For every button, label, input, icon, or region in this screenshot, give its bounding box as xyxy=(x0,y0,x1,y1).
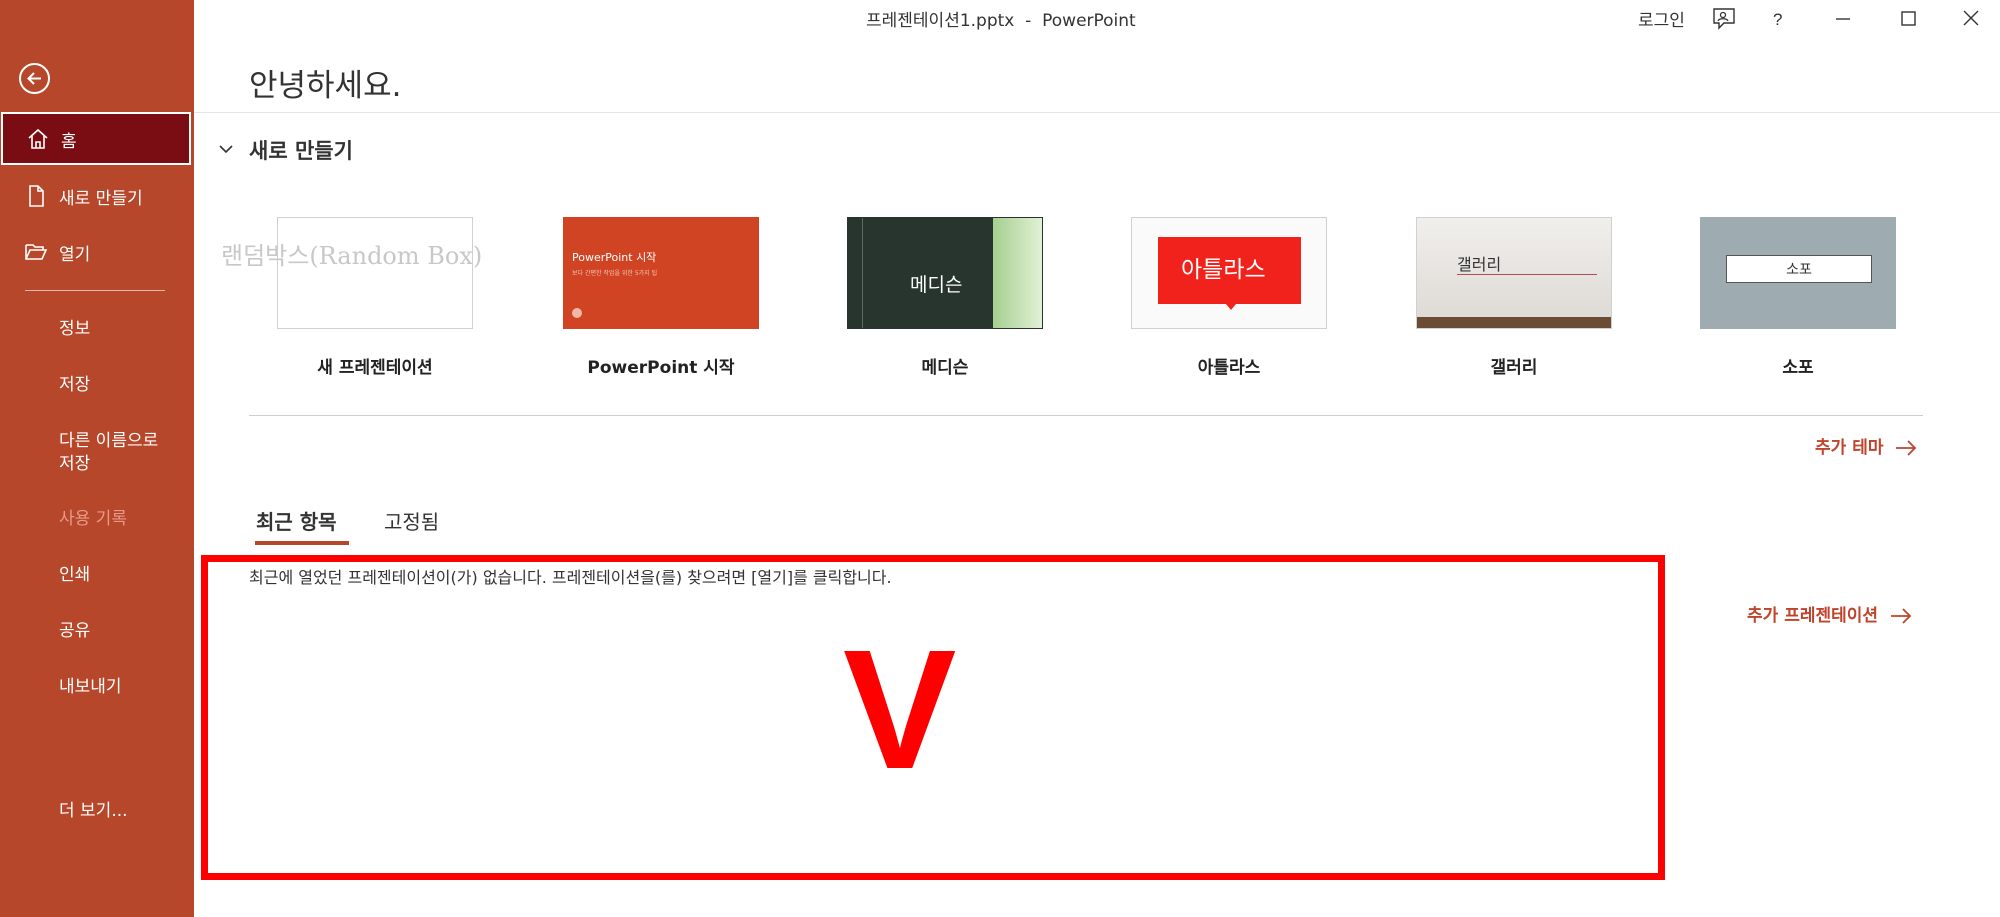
thumb-rule xyxy=(1457,274,1597,275)
sidebar-item-history: 사용 기록 xyxy=(59,509,127,529)
template-name: 소포 xyxy=(1782,358,1814,378)
thumb-floor xyxy=(1417,317,1611,328)
more-presentations-label: 추가 프레젠테이션 xyxy=(1747,606,1879,626)
sidebar-item-open[interactable]: 열기 xyxy=(0,225,194,277)
sidebar-item-share[interactable]: 공유 xyxy=(59,620,90,643)
sidebar-item-export[interactable]: 내보내기 xyxy=(59,676,122,699)
sidebar-item-new[interactable]: 새로 만들기 xyxy=(0,169,194,221)
more-themes-link[interactable]: 추가 테마 xyxy=(1815,433,1917,458)
sidebar-item-label: 홈 xyxy=(61,132,77,152)
template-powerpoint-start[interactable]: PowerPoint 시작 보다 간편한 작업을 위한 5가지 팁 PowerP… xyxy=(563,217,759,378)
thumb-pointer xyxy=(1226,304,1236,310)
sidebar-item-print[interactable]: 인쇄 xyxy=(59,564,90,587)
sidebar-item-info[interactable]: 정보 xyxy=(59,318,90,341)
template-atlas[interactable]: 아틀라스 아틀라스 xyxy=(1131,217,1327,378)
folder-open-icon xyxy=(25,244,48,260)
sidebar-item-save[interactable]: 저장 xyxy=(59,374,90,397)
template-thumbnail: 아틀라스 xyxy=(1131,217,1327,329)
arrow-right-icon xyxy=(1896,440,1917,456)
template-thumbnail: 소포 xyxy=(1700,217,1896,329)
greeting-heading: 안녕하세요. xyxy=(249,68,402,104)
sidebar-item-more[interactable]: 더 보기... xyxy=(59,800,128,823)
template-name: 메디슨 xyxy=(921,358,969,378)
tab-recent[interactable]: 최근 항목 xyxy=(256,506,337,535)
home-icon xyxy=(28,128,48,149)
tab-pinned[interactable]: 고정됨 xyxy=(384,506,439,535)
chevron-down-icon[interactable] xyxy=(217,140,235,158)
new-section-title[interactable]: 새로 만들기 xyxy=(249,135,353,165)
template-thumbnail xyxy=(277,217,473,329)
template-name: 갤러리 xyxy=(1490,358,1538,378)
maximize-icon[interactable] xyxy=(1895,6,1921,32)
annotation-mark: V xyxy=(843,615,957,805)
new-document-icon xyxy=(29,185,44,207)
more-presentations-link[interactable]: 추가 프레젠테이션 xyxy=(1747,601,1912,626)
back-arrow-icon xyxy=(27,72,41,85)
thumb-accent xyxy=(993,218,1042,328)
thumb-title: 아틀라스 xyxy=(1181,257,1266,283)
help-icon[interactable]: ? xyxy=(1764,6,1790,32)
watermark-text: 랜덤박스(Random Box) xyxy=(221,242,483,270)
arrow-right-icon xyxy=(1891,608,1912,624)
more-themes-label: 추가 테마 xyxy=(1815,438,1884,458)
template-madison[interactable]: 메디슨 메디슨 xyxy=(847,217,1043,378)
sidebar-divider xyxy=(25,290,165,291)
feedback-icon[interactable] xyxy=(1711,6,1737,32)
sidebar-item-label: 열기 xyxy=(59,245,91,265)
backstage-sidebar: 홈 새로 만들기 열기 정보 저장 다른 이름으로 저장 사용 기록 인쇄 공유… xyxy=(0,0,194,917)
templates-divider xyxy=(249,415,1923,416)
window-title: 프레젠테이션1.pptx - PowerPoint xyxy=(866,11,1136,31)
tab-active-indicator xyxy=(255,541,349,545)
sidebar-item-home[interactable]: 홈 xyxy=(1,112,191,165)
template-name: 아틀라스 xyxy=(1197,358,1261,378)
minimize-icon[interactable] xyxy=(1830,6,1856,32)
template-thumbnail: 갤러리 xyxy=(1416,217,1612,329)
svg-text:?: ? xyxy=(1773,10,1782,29)
thumb-line xyxy=(862,218,863,328)
thumb-subtitle: 보다 간편한 작업을 위한 5가지 팁 xyxy=(572,270,658,277)
login-link[interactable]: 로그인 xyxy=(1638,6,1685,31)
thumb-logo xyxy=(572,308,582,318)
back-button[interactable] xyxy=(19,63,50,94)
template-gallery[interactable]: 갤러리 갤러리 xyxy=(1416,217,1612,378)
sidebar-item-save-as[interactable]: 다른 이름으로 저장 xyxy=(59,430,158,476)
thumb-title: 소포 xyxy=(1786,262,1812,278)
template-name: PowerPoint 시작 xyxy=(587,358,735,378)
template-name: 새 프레젠테이션 xyxy=(317,358,433,378)
header-divider xyxy=(194,112,2000,113)
thumb-title: 갤러리 xyxy=(1457,255,1502,274)
template-thumbnail: 메디슨 xyxy=(847,217,1043,329)
template-parcel[interactable]: 소포 소포 xyxy=(1700,217,1896,378)
template-thumbnail: PowerPoint 시작 보다 간편한 작업을 위한 5가지 팁 xyxy=(563,217,759,329)
sidebar-item-label: 새로 만들기 xyxy=(59,189,143,209)
thumb-title: PowerPoint 시작 xyxy=(572,251,657,264)
close-icon[interactable] xyxy=(1958,6,1984,32)
thumb-title: 메디슨 xyxy=(910,274,963,296)
